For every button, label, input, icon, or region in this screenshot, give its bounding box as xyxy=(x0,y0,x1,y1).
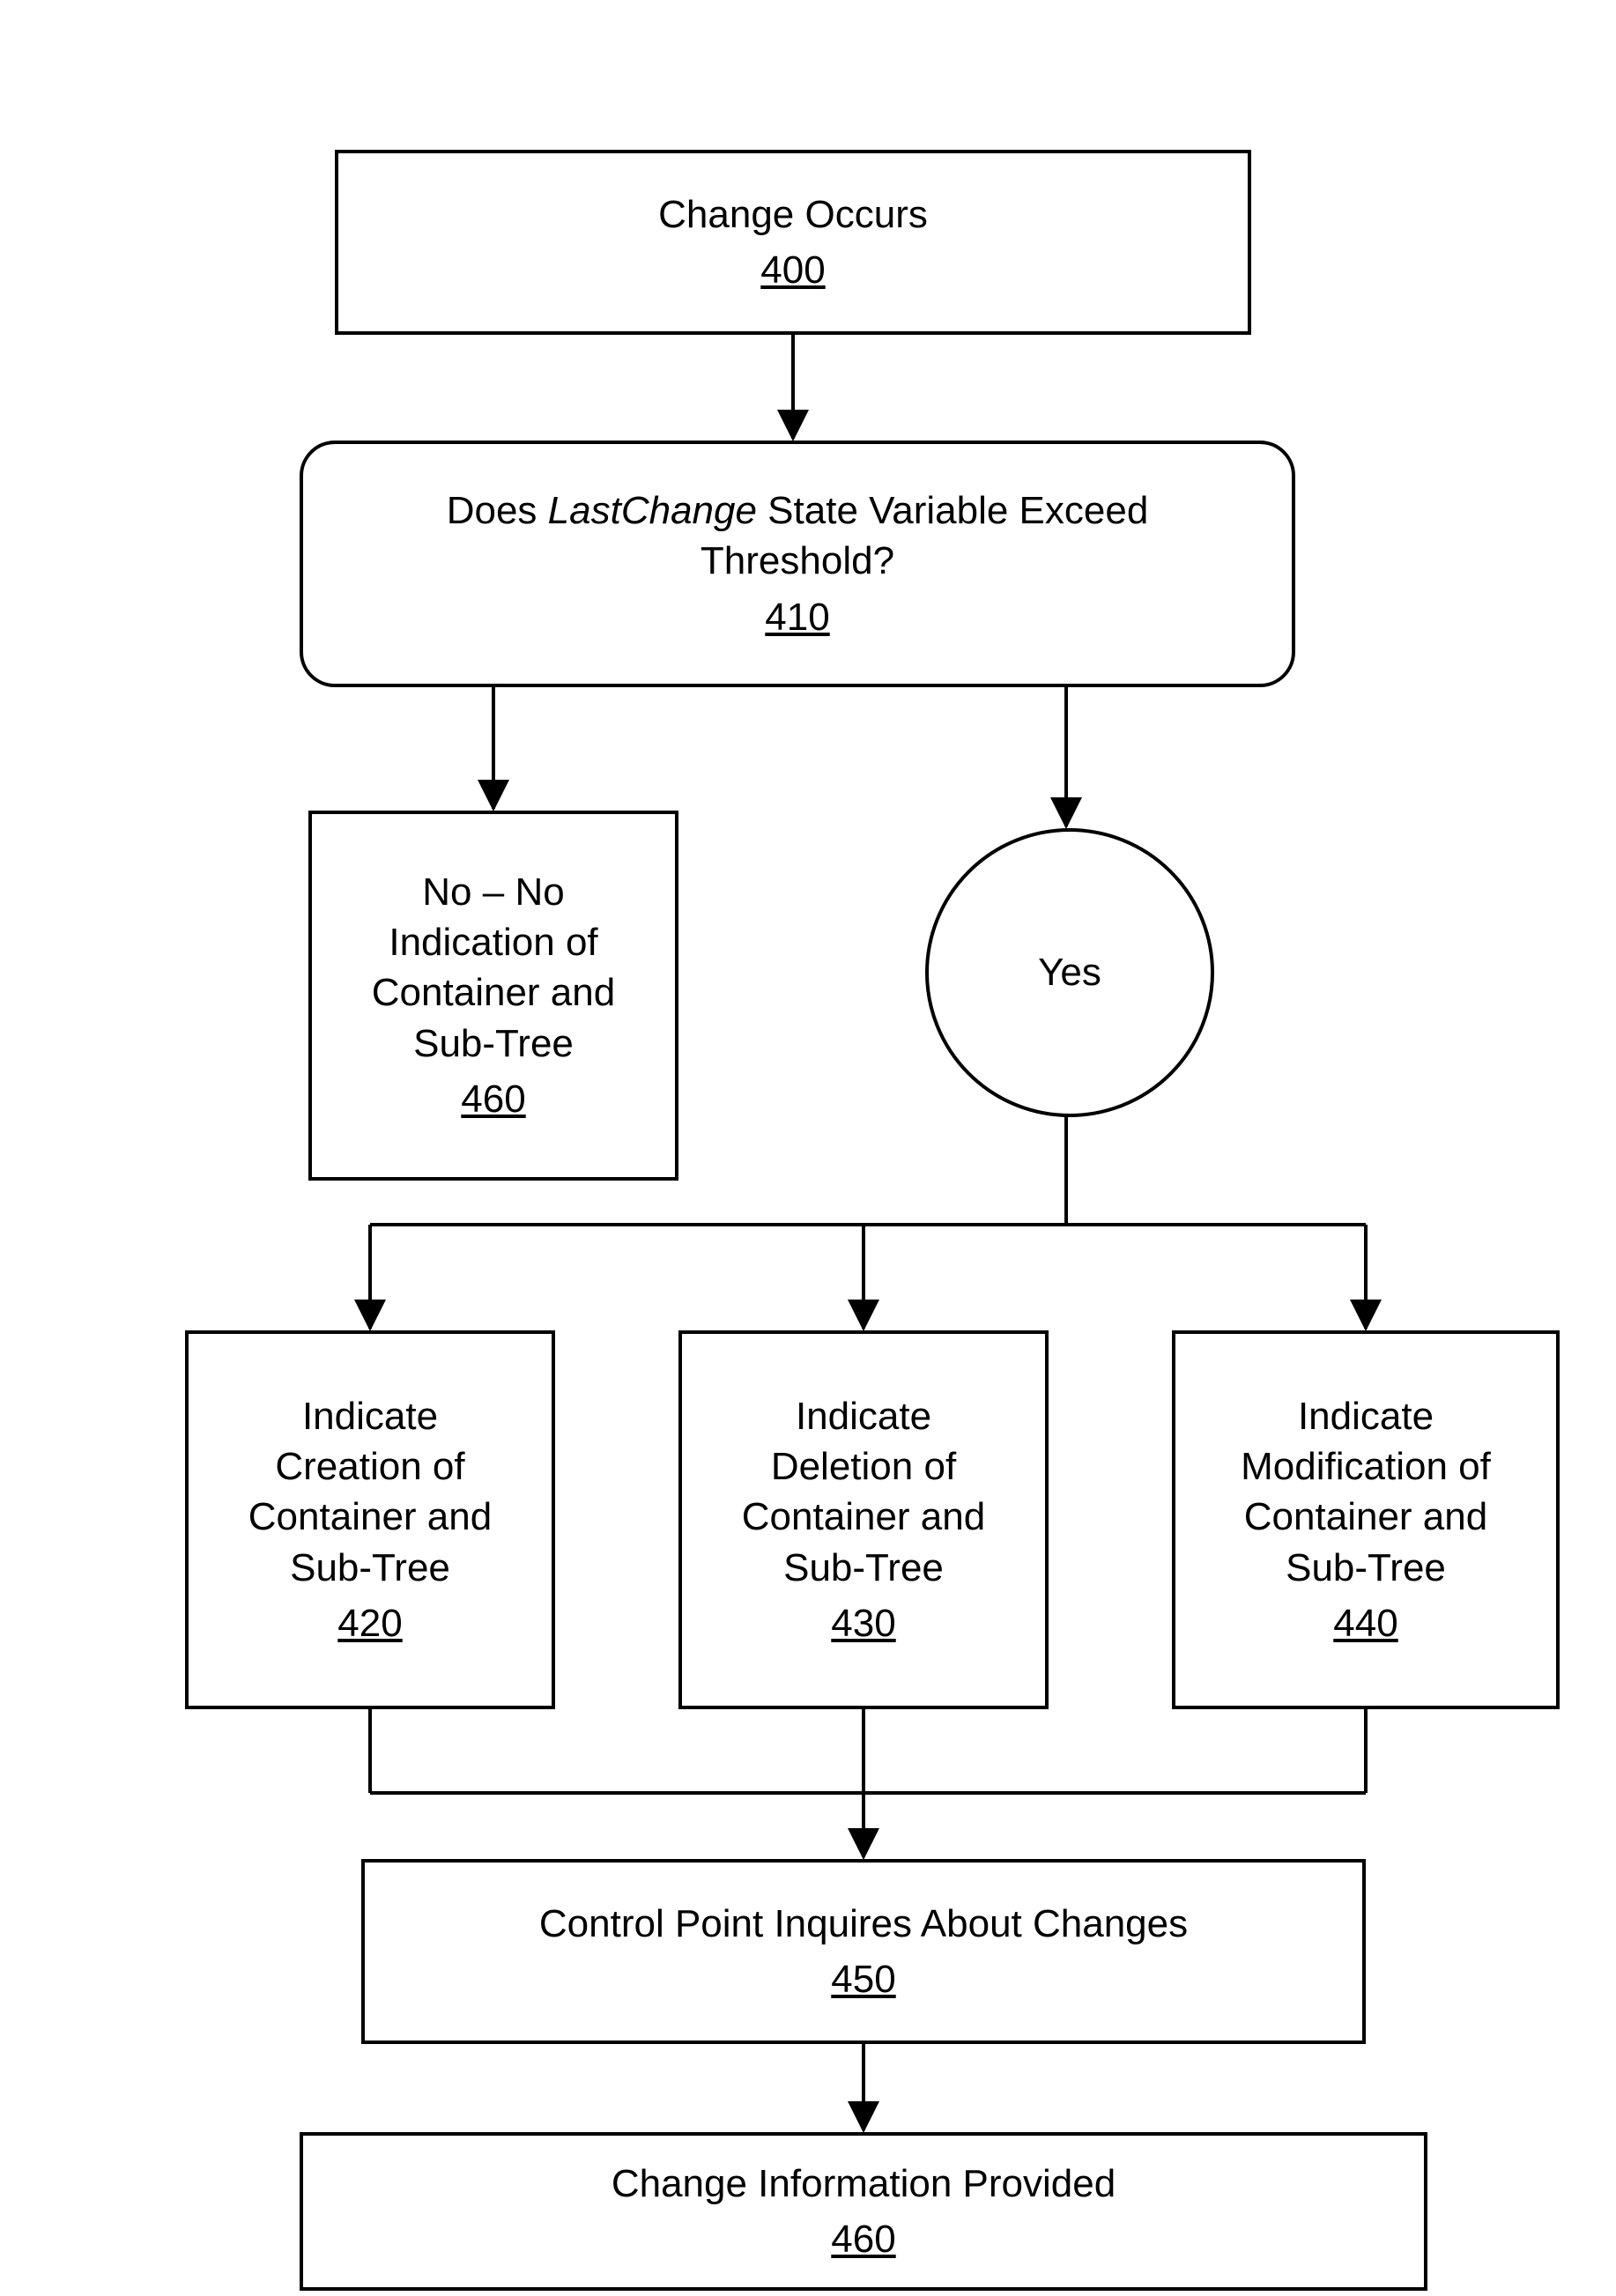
node-ref: 460 xyxy=(461,1074,525,1124)
node-label-line3: Container and xyxy=(1244,1492,1487,1542)
node-label-line1: No – No xyxy=(422,867,564,917)
text-italic: LastChange xyxy=(548,489,757,532)
text-post: State Variable Exceed xyxy=(757,489,1148,532)
node-label: Change Information Provided xyxy=(612,2159,1116,2209)
node-threshold-decision: Does LastChange State Variable Exceed Th… xyxy=(300,441,1295,687)
node-yes: Yes xyxy=(925,828,1214,1117)
node-label-line3: Container and xyxy=(248,1492,492,1542)
node-ref: 400 xyxy=(760,245,825,295)
node-label-line1: Indicate xyxy=(1298,1391,1434,1441)
node-ref: 450 xyxy=(831,1954,895,2004)
text-pre: Does xyxy=(447,489,548,532)
node-label-line1: Indicate xyxy=(302,1391,438,1441)
node-label-line2: Indication of xyxy=(389,917,597,967)
node-label-line1: Indicate xyxy=(796,1391,931,1441)
node-label-line3: Container and xyxy=(372,967,615,1018)
node-label-line2: Modification of xyxy=(1241,1441,1491,1492)
node-ref: 420 xyxy=(337,1598,402,1648)
node-label: Control Point Inquires About Changes xyxy=(539,1899,1188,1949)
node-ref: 440 xyxy=(1333,1598,1397,1648)
node-label-line4: Sub-Tree xyxy=(413,1018,574,1069)
node-label: Change Occurs xyxy=(658,189,928,240)
node-no-indication: No – No Indication of Container and Sub-… xyxy=(308,811,678,1181)
node-label-line2: Deletion of xyxy=(771,1441,956,1492)
node-label-line4: Sub-Tree xyxy=(290,1543,450,1593)
node-indicate-modification: Indicate Modification of Container and S… xyxy=(1172,1330,1560,1709)
node-label-line1: Does LastChange State Variable Exceed xyxy=(447,485,1149,536)
node-label-line2: Threshold? xyxy=(701,536,894,586)
node-change-info-provided: Change Information Provided 460 xyxy=(300,2132,1427,2291)
node-label-line4: Sub-Tree xyxy=(1286,1543,1446,1593)
node-label-line3: Container and xyxy=(742,1492,985,1542)
node-ref: 430 xyxy=(831,1598,895,1648)
node-label-line2: Creation of xyxy=(275,1441,464,1492)
node-label-line4: Sub-Tree xyxy=(783,1543,944,1593)
node-ref: 460 xyxy=(831,2214,895,2264)
flowchart-canvas: Change Occurs 400 Does LastChange State … xyxy=(0,0,1616,2296)
node-change-occurs: Change Occurs 400 xyxy=(335,150,1251,335)
node-indicate-deletion: Indicate Deletion of Container and Sub-T… xyxy=(678,1330,1049,1709)
node-control-point-inquires: Control Point Inquires About Changes 450 xyxy=(361,1859,1366,2044)
node-indicate-creation: Indicate Creation of Container and Sub-T… xyxy=(185,1330,555,1709)
node-label: Yes xyxy=(1038,951,1101,995)
node-ref: 410 xyxy=(765,592,829,642)
